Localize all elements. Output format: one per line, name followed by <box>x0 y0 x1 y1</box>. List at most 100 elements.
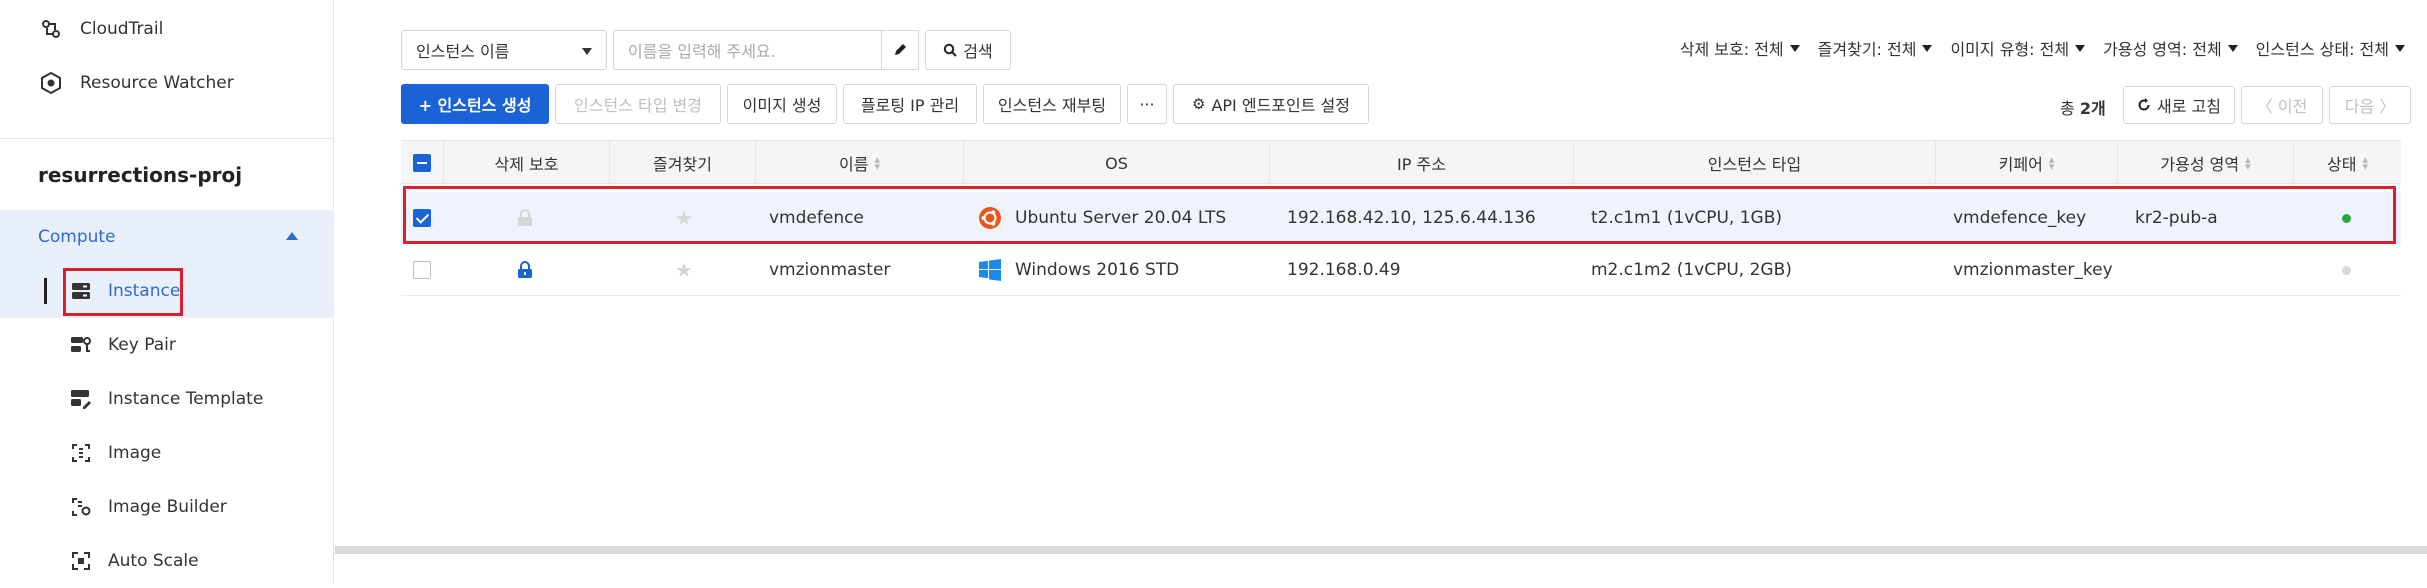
header-label: IP 주소 <box>1397 155 1446 174</box>
total-count-value: 2개 <box>2079 99 2106 118</box>
windows-icon <box>979 259 1001 281</box>
filter-label: 인스턴스 상태: 전체 <box>2255 40 2389 59</box>
next-page-button[interactable]: 다음 〉 <box>2329 86 2411 124</box>
sidebar-item-image[interactable]: Image <box>0 426 334 480</box>
row-checkbox-cell[interactable] <box>413 244 431 296</box>
sort-icon: ▴ ▾ <box>2245 153 2251 173</box>
sidebar-section-compute[interactable]: Compute <box>0 210 334 264</box>
search-button-label: 검색 <box>963 42 993 61</box>
total-prefix: 총 <box>2060 99 2075 118</box>
sidebar-item-label: CloudTrail <box>80 19 164 39</box>
header-keypair[interactable]: 키페어 ▴ ▾ <box>1935 141 2117 185</box>
search-input[interactable]: 이름을 입력해 주세요. <box>613 30 881 70</box>
filter-delete-protect[interactable]: 삭제 보호: 전체 <box>1680 36 1800 60</box>
ip-cell: 192.168.0.49 <box>1287 260 1401 280</box>
sidebar: CloudTrail Resource Watcher resurrection… <box>0 0 334 584</box>
chevron-down-icon <box>582 48 592 55</box>
name-cell[interactable]: vmzionmaster <box>769 244 890 296</box>
api-endpoint-label: API 엔드포인트 설정 <box>1211 96 1350 115</box>
main-content: 인스턴스 이름 이름을 입력해 주세요. 검색 삭제 보호: 전체 즐겨찾기: … <box>335 0 2427 584</box>
highlight-box-instance <box>63 268 183 316</box>
resource-watcher-icon <box>38 70 64 96</box>
sidebar-item-instance-template[interactable]: Instance Template <box>0 372 334 426</box>
header-zone[interactable]: 가용성 영역 ▴ ▾ <box>2117 141 2293 185</box>
header-delete-protect: 삭제 보호 <box>443 141 609 185</box>
refresh-label: 새로 고침 <box>2157 97 2221 116</box>
sidebar-item-label: Image <box>108 443 162 463</box>
sidebar-item-label: Resource Watcher <box>80 73 234 93</box>
filter-favorite[interactable]: 즐겨찾기: 전체 <box>1818 36 1933 60</box>
reboot-button[interactable]: 인스턴스 재부팅 <box>983 84 1121 124</box>
favorite-cell[interactable]: ★ <box>675 244 693 296</box>
search-field-value: 인스턴스 이름 <box>416 42 510 61</box>
project-name[interactable]: resurrections-proj <box>0 138 334 210</box>
horizontal-scrollbar[interactable] <box>335 546 2427 554</box>
create-instance-button[interactable]: + 인스턴스 생성 <box>401 84 549 124</box>
header-type: 인스턴스 타입 <box>1573 141 1935 185</box>
table-row[interactable]: ★ vmzionmaster Windows 2016 STD 192.168.… <box>401 244 2401 296</box>
keypair-cell: vmzionmaster_key <box>1953 260 2113 280</box>
table-header: 삭제 보호 즐겨찾기 이름 ▴ ▾ OS IP 주소 인스턴스 타입 키페어 ▴ ▾ 가… <box>401 140 2401 185</box>
search-button[interactable]: 검색 <box>925 30 1011 70</box>
header-label: 즐겨찾기 <box>653 155 712 174</box>
sidebar-item-label: Instance Template <box>108 389 264 409</box>
header-label: 인스턴스 타입 <box>1707 155 1802 174</box>
lock-icon <box>518 261 532 278</box>
header-label: OS <box>1105 153 1128 173</box>
header-name[interactable]: 이름 ▴ ▾ <box>755 141 963 185</box>
header-label: 키페어 <box>1998 155 2043 174</box>
api-endpoint-button[interactable]: ⚙ API 엔드포인트 설정 <box>1173 84 1369 124</box>
auto-scale-icon <box>68 548 94 574</box>
os-cell: Windows 2016 STD <box>979 244 1179 296</box>
total-count: 총 2개 <box>2060 95 2106 119</box>
sort-icon: ▴ ▾ <box>2048 153 2055 173</box>
header-favorite: 즐겨찾기 <box>609 141 755 185</box>
filter-label: 가용성 영역: 전체 <box>2103 40 2222 59</box>
filter-status[interactable]: 인스턴스 상태: 전체 <box>2256 36 2405 60</box>
header-status[interactable]: 상태 ▴ ▾ <box>2293 141 2401 185</box>
section-label: Compute <box>38 227 116 247</box>
sidebar-item-image-builder[interactable]: Image Builder <box>0 480 334 534</box>
prev-page-button[interactable]: 〈 이전 <box>2241 86 2323 124</box>
filter-image-type[interactable]: 이미지 유형: 전체 <box>1950 36 2086 60</box>
sidebar-item-cloudtrail[interactable]: CloudTrail <box>0 2 334 56</box>
more-button[interactable]: ··· <box>1127 84 1167 124</box>
filter-label: 이미지 유형: 전체 <box>1950 40 2070 59</box>
refresh-button[interactable]: 새로 고침 <box>2123 86 2235 124</box>
type-cell: m2.c1m2 (1vCPU, 2GB) <box>1591 260 1792 280</box>
caret-down-icon <box>2227 44 2238 52</box>
sidebar-item-label: Key Pair <box>108 335 176 355</box>
delete-protect-cell[interactable] <box>517 244 533 296</box>
header-label: 가용성 영역 <box>2160 155 2240 174</box>
header-label: 이름 <box>839 155 869 174</box>
image-builder-icon <box>68 494 94 520</box>
os-label: Windows 2016 STD <box>1015 260 1180 280</box>
gear-icon: ⚙ <box>1192 95 1206 113</box>
key-pair-icon <box>68 332 94 358</box>
caret-down-icon <box>1922 44 1933 52</box>
create-image-button[interactable]: 이미지 생성 <box>727 84 837 124</box>
filter-label: 삭제 보호: 전체 <box>1679 40 1784 59</box>
floating-ip-button[interactable]: 플로팅 IP 관리 <box>843 84 977 124</box>
sidebar-item-auto-scale[interactable]: Auto Scale <box>0 534 334 588</box>
image-icon <box>68 440 94 466</box>
status-cell <box>2342 244 2351 296</box>
edit-search-button[interactable] <box>881 30 919 70</box>
change-type-button[interactable]: 인스턴스 타입 변경 <box>555 84 721 124</box>
row-checkbox[interactable] <box>413 261 431 279</box>
sidebar-item-key-pair[interactable]: Key Pair <box>0 318 334 372</box>
chevron-up-icon <box>286 232 298 240</box>
header-label: 상태 <box>2327 155 2357 174</box>
filter-zone[interactable]: 가용성 영역: 전체 <box>2103 36 2238 60</box>
cloudtrail-icon <box>38 16 64 42</box>
sidebar-item-label: Image Builder <box>108 497 227 517</box>
select-all-checkbox[interactable] <box>413 154 431 172</box>
filter-label: 즐겨찾기: 전체 <box>1817 40 1917 59</box>
sidebar-item-resource-watcher[interactable]: Resource Watcher <box>0 56 334 110</box>
caret-down-icon <box>1789 44 1800 52</box>
header-select-all[interactable] <box>401 141 443 185</box>
search-field-select[interactable]: 인스턴스 이름 <box>401 30 607 70</box>
header-os: OS <box>963 141 1269 185</box>
caret-down-icon <box>2395 44 2405 52</box>
active-indicator <box>44 278 47 304</box>
